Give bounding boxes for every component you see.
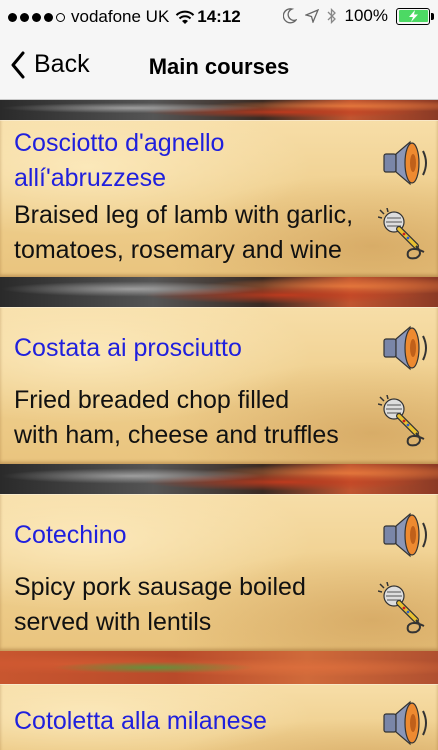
food-photo-strip — [0, 277, 438, 307]
record-audio-button[interactable] — [377, 394, 432, 449]
food-photo-strip — [0, 464, 438, 494]
status-bar: vodafone UK 14:12 100% — [0, 0, 438, 34]
dish-card[interactable]: Cotechino Spicy pork sausage boiled serv… — [0, 494, 438, 651]
moon-icon — [282, 8, 297, 24]
play-audio-button[interactable] — [378, 136, 432, 190]
food-photo-strip — [0, 100, 438, 120]
microphone-icon — [377, 394, 425, 447]
record-audio-button[interactable] — [377, 581, 432, 636]
dish-name: Cosciotto d'agnello allí'abruzzese — [14, 129, 225, 192]
play-audio-button[interactable] — [378, 696, 432, 750]
speaker-icon — [383, 512, 427, 558]
food-photo-strip — [0, 651, 438, 684]
navigation-bar: Back Main courses — [0, 34, 438, 100]
dish-name: Costata ai prosciutto — [14, 334, 242, 362]
speaker-icon — [383, 140, 427, 186]
dish-card[interactable]: Cotoletta alla milanese — [0, 684, 438, 750]
speaker-icon — [383, 700, 427, 746]
dish-list[interactable]: Cosciotto d'agnello allí'abruzzese Brais… — [0, 100, 438, 750]
dish-card[interactable]: Cosciotto d'agnello allí'abruzzese Brais… — [0, 120, 438, 277]
dish-description: Braised leg of lamb with garlic, tomatoe… — [14, 201, 354, 264]
battery-percent: 100% — [344, 6, 388, 25]
status-right: 100% — [282, 6, 434, 26]
dish-description: Spicy pork sausage boiled served with le… — [14, 573, 306, 636]
play-audio-button[interactable] — [378, 508, 432, 562]
microphone-icon — [377, 207, 425, 260]
dish-name: Cotoletta alla milanese — [14, 707, 267, 735]
page-title: Main courses — [148, 54, 290, 79]
location-arrow-icon — [304, 9, 319, 23]
speaker-icon — [383, 325, 427, 371]
play-audio-button[interactable] — [378, 321, 432, 375]
charging-bolt-icon — [408, 10, 418, 22]
microphone-icon — [377, 581, 425, 634]
dish-name: Cotechino — [14, 521, 127, 549]
record-audio-button[interactable] — [377, 207, 432, 262]
bluetooth-icon — [327, 8, 336, 24]
battery-icon — [396, 7, 434, 25]
dish-card[interactable]: Costata ai prosciutto Fried breaded chop… — [0, 307, 438, 464]
dish-description: Fried breaded chop filled with ham, chee… — [14, 386, 339, 449]
